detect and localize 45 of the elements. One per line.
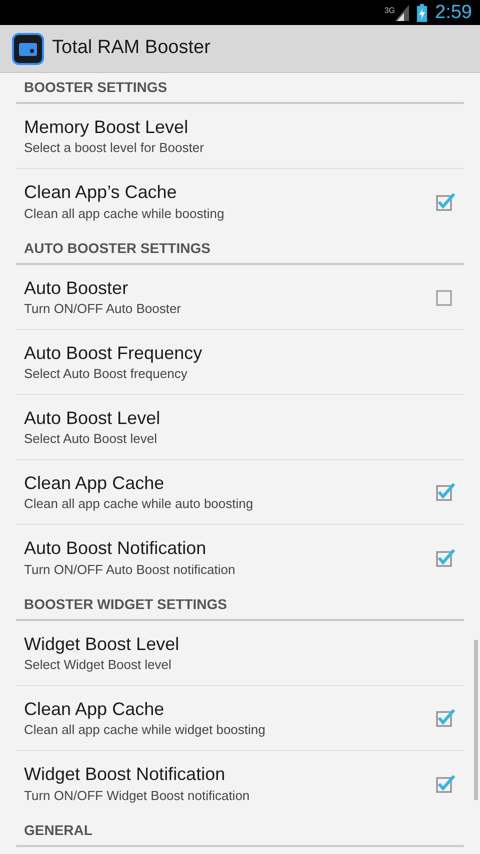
item-summary: Clean all app cache while boosting [24, 206, 226, 222]
settings-item[interactable]: Widget Boost Level Select Widget Boost level [16, 621, 464, 686]
checked-checkbox[interactable] [434, 481, 456, 503]
item-summary: Turn ON/OFF Auto Boost notification [24, 562, 236, 578]
item-title: Widget Boost Notification [24, 763, 226, 786]
signal-icon [395, 4, 410, 20]
item-summary: Select a boost level for Booster [24, 140, 205, 156]
item-summary: Turn ON/OFF Widget Boost notification [24, 788, 251, 804]
battery-charging-icon [417, 4, 428, 22]
item-summary: Select Auto Boost frequency [24, 366, 188, 382]
item-summary: Select Widget Boost level [24, 657, 172, 674]
item-title: Auto Boost Notification [24, 537, 208, 560]
item-title: Clean App Cache [24, 698, 166, 720]
network-type: 3G [384, 6, 396, 14]
item-title: Auto Boost Frequency [24, 342, 204, 364]
section-header: GENERAL [24, 823, 92, 837]
section-header: BOOSTER WIDGET SETTINGS [24, 597, 228, 611]
settings-item[interactable]: Auto Boost Notification Turn ON/OFF Auto Boost notification [16, 525, 464, 590]
item-summary: Clean all app cache while auto boosting [24, 496, 254, 512]
item-summary: Clean all app cache while widget boosting [24, 722, 266, 738]
item-title: Clean App’s Cache [24, 181, 178, 204]
item-title: Clean App Cache [24, 472, 166, 494]
clock: 2:59 [435, 3, 472, 22]
section-header: AUTO BOOSTER SETTINGS [24, 241, 210, 255]
item-summary: Select Auto Boost level [24, 431, 158, 448]
section-header: BOOSTER SETTINGS [24, 80, 168, 94]
settings-item[interactable]: Auto Boost Frequency Select Auto Boost frequency [16, 330, 464, 395]
checked-checkbox[interactable] [434, 546, 456, 568]
checked-checkbox[interactable] [434, 190, 456, 212]
app-title: Total RAM Booster [52, 36, 210, 60]
checked-checkbox[interactable] [434, 707, 456, 729]
settings-item[interactable]: Auto Booster Turn ON/OFF Auto Booster [16, 265, 464, 330]
settings-item[interactable]: Clean App’s Cache Clean all app cache while boosting [16, 169, 464, 234]
item-title: Memory Boost Level [24, 116, 190, 138]
settings-item[interactable]: Clean App Cache Clean all app cache while auto boosting [16, 460, 464, 525]
item-title: Auto Booster [24, 276, 130, 300]
item-title: Widget Boost Level [24, 632, 180, 656]
checked-checkbox[interactable] [434, 772, 456, 794]
app-icon[interactable] [12, 32, 44, 64]
settings-item[interactable]: Widget Boost Notification Turn ON/OFF Widget Boost notification [16, 751, 464, 816]
item-title: Auto Boost Level [24, 406, 162, 430]
settings-item[interactable]: Memory Boost Level Select a boost level for Booster [16, 104, 464, 169]
settings-item[interactable]: Clean App Cache Clean all app cache while widget boosting [16, 686, 464, 751]
item-summary: Turn ON/OFF Auto Booster [24, 301, 182, 318]
settings-item[interactable]: Auto Boost Level Select Auto Boost level [16, 395, 464, 460]
